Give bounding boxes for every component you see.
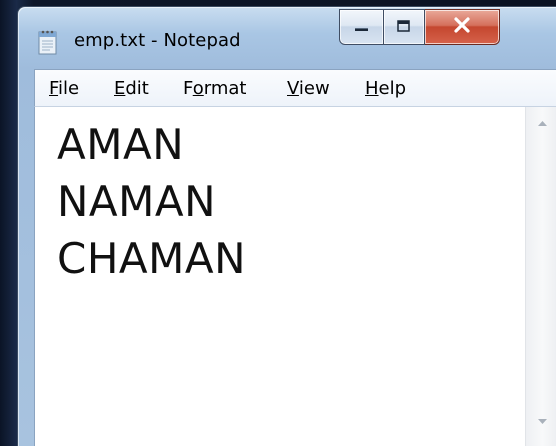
menu-edit[interactable]: Edit bbox=[114, 78, 149, 99]
menu-file-label: ile bbox=[58, 78, 80, 99]
menu-bar: File Edit Format View Help bbox=[34, 69, 556, 106]
menu-help-label: elp bbox=[378, 78, 407, 99]
maximize-icon bbox=[396, 18, 412, 37]
title-bar[interactable]: emp.txt - Notepad bbox=[18, 7, 556, 65]
document-line-1: AMAN bbox=[57, 120, 185, 169]
close-icon bbox=[452, 16, 472, 38]
menu-view-mnemonic: V bbox=[287, 78, 299, 99]
window-title: emp.txt - Notepad bbox=[74, 30, 241, 51]
scroll-down-arrow-icon[interactable] bbox=[534, 413, 551, 430]
notepad-window: emp.txt - Notepad File Edit Format View … bbox=[17, 6, 556, 446]
menu-format-mnemonic: o bbox=[192, 78, 204, 99]
menu-file-mnemonic: F bbox=[49, 78, 59, 99]
document-line-3: CHAMAN bbox=[57, 234, 247, 283]
close-button[interactable] bbox=[425, 9, 500, 45]
scroll-up-arrow-icon[interactable] bbox=[534, 115, 551, 132]
maximize-button[interactable] bbox=[384, 9, 425, 45]
menu-edit-mnemonic: E bbox=[114, 78, 126, 99]
minimize-button[interactable] bbox=[339, 9, 384, 45]
menu-format[interactable]: Format bbox=[183, 78, 246, 99]
text-editing-area[interactable]: AMAN NAMAN CHAMAN bbox=[35, 107, 525, 446]
menu-view-label: iew bbox=[298, 78, 330, 99]
menu-edit-label: dit bbox=[125, 78, 149, 99]
document-line-2: NAMAN bbox=[57, 177, 217, 226]
menu-file[interactable]: File bbox=[49, 78, 79, 99]
minimize-icon bbox=[354, 18, 370, 37]
menu-view[interactable]: View bbox=[287, 78, 330, 99]
desktop-background: emp.txt - Notepad File Edit Format View … bbox=[0, 0, 556, 446]
notepad-icon[interactable] bbox=[37, 29, 59, 55]
vertical-scrollbar[interactable] bbox=[525, 107, 556, 446]
menu-help-mnemonic: H bbox=[365, 78, 379, 99]
menu-help[interactable]: Help bbox=[365, 78, 406, 99]
menu-format-label: rmat bbox=[203, 78, 247, 99]
menu-format-prefix: F bbox=[183, 78, 193, 99]
caption-buttons bbox=[339, 9, 500, 45]
editor-pane: AMAN NAMAN CHAMAN bbox=[34, 106, 556, 446]
